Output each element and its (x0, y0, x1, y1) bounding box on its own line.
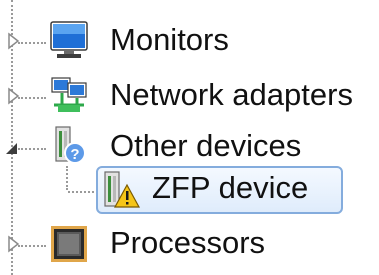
tree-item-zfp-device[interactable]: ZFP device (96, 166, 343, 216)
tree-item-network-adapters[interactable]: Network adapters (0, 72, 379, 122)
processor-icon (48, 223, 90, 265)
tree-branch-line (68, 191, 98, 193)
expand-arrow-icon[interactable] (6, 31, 22, 51)
tree-item-label: ZFP device (152, 170, 309, 205)
tree-item-label: Processors (110, 225, 266, 260)
collapse-arrow-icon[interactable] (4, 139, 20, 159)
expand-arrow-icon[interactable] (6, 86, 22, 106)
unknown-device-icon: ? (48, 125, 90, 167)
tree-item-processors[interactable]: Processors (0, 220, 379, 270)
expand-arrow-icon[interactable] (6, 234, 22, 254)
monitor-icon (48, 20, 90, 62)
tree-item-label: Other devices (110, 128, 302, 163)
tree-item-monitors[interactable]: Monitors (0, 17, 379, 67)
device-tree: Monitors Network adapters ? Other device… (0, 0, 379, 275)
warning-device-icon (99, 169, 141, 211)
svg-text:?: ? (70, 146, 79, 163)
network-adapter-icon (48, 75, 90, 117)
tree-item-label: Network adapters (110, 77, 353, 112)
tree-item-label: Monitors (110, 22, 229, 57)
